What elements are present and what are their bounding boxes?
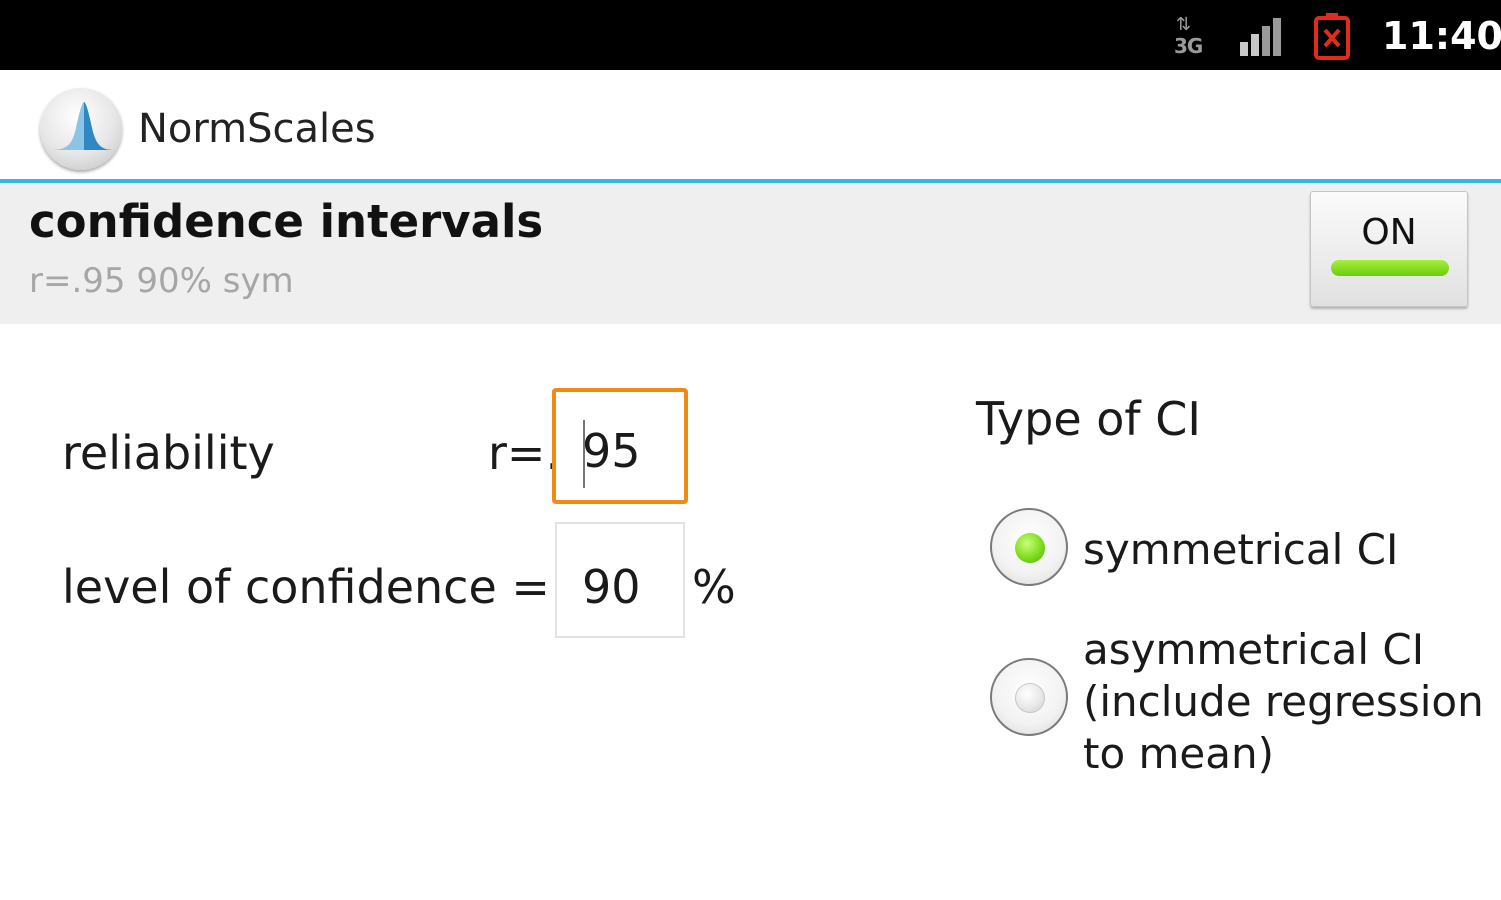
asymmetrical-ci-label[interactable]: asymmetrical CI (include regression to m… [1083,624,1484,780]
preference-header[interactable]: confidence intervals r=.95 90% sym ON [0,183,1501,324]
asymmetrical-ci-label-line: to mean) [1083,729,1275,778]
signal-strength-icon [1240,18,1281,56]
network-type: 3G [1174,34,1203,58]
clock: 11:40 [1382,14,1501,58]
toggle-label: ON [1361,212,1417,253]
reliability-input[interactable]: 95 [552,388,688,504]
ci-type-heading: Type of CI [976,392,1201,446]
asymmetrical-ci-label-line: asymmetrical CI [1083,625,1425,674]
symmetrical-ci-radio[interactable] [990,508,1068,586]
3g-data-icon: ⇅ 3G [1174,14,1203,58]
preference-summary: r=.95 90% sym [29,261,294,301]
confidence-value: 90 [582,560,641,614]
reliability-label: reliability [62,426,275,480]
on-off-toggle-button[interactable]: ON [1310,191,1468,307]
battery-alert-icon [1314,13,1350,60]
asymmetrical-ci-radio[interactable] [990,658,1068,736]
status-bar: ⇅ 3G 11:40 [0,0,1501,70]
radio-unselected-indicator [1015,683,1045,713]
reliability-prefix: r=. [488,426,561,480]
confidence-input[interactable]: 90 [555,522,685,638]
confidence-label: level of confidence = [62,560,550,614]
asymmetrical-ci-label-line: (include regression [1083,677,1484,726]
normal-distribution-icon[interactable] [40,88,122,170]
preference-title: confidence intervals [29,195,544,248]
symmetrical-ci-label[interactable]: symmetrical CI [1083,524,1398,576]
toggle-indicator [1331,260,1449,276]
action-bar: NormScales [0,70,1501,180]
percent-unit: % [692,560,736,614]
app-title: NormScales [138,106,376,152]
reliability-value: 95 [582,424,641,478]
radio-selected-indicator [1015,533,1045,563]
text-cursor [583,420,585,488]
